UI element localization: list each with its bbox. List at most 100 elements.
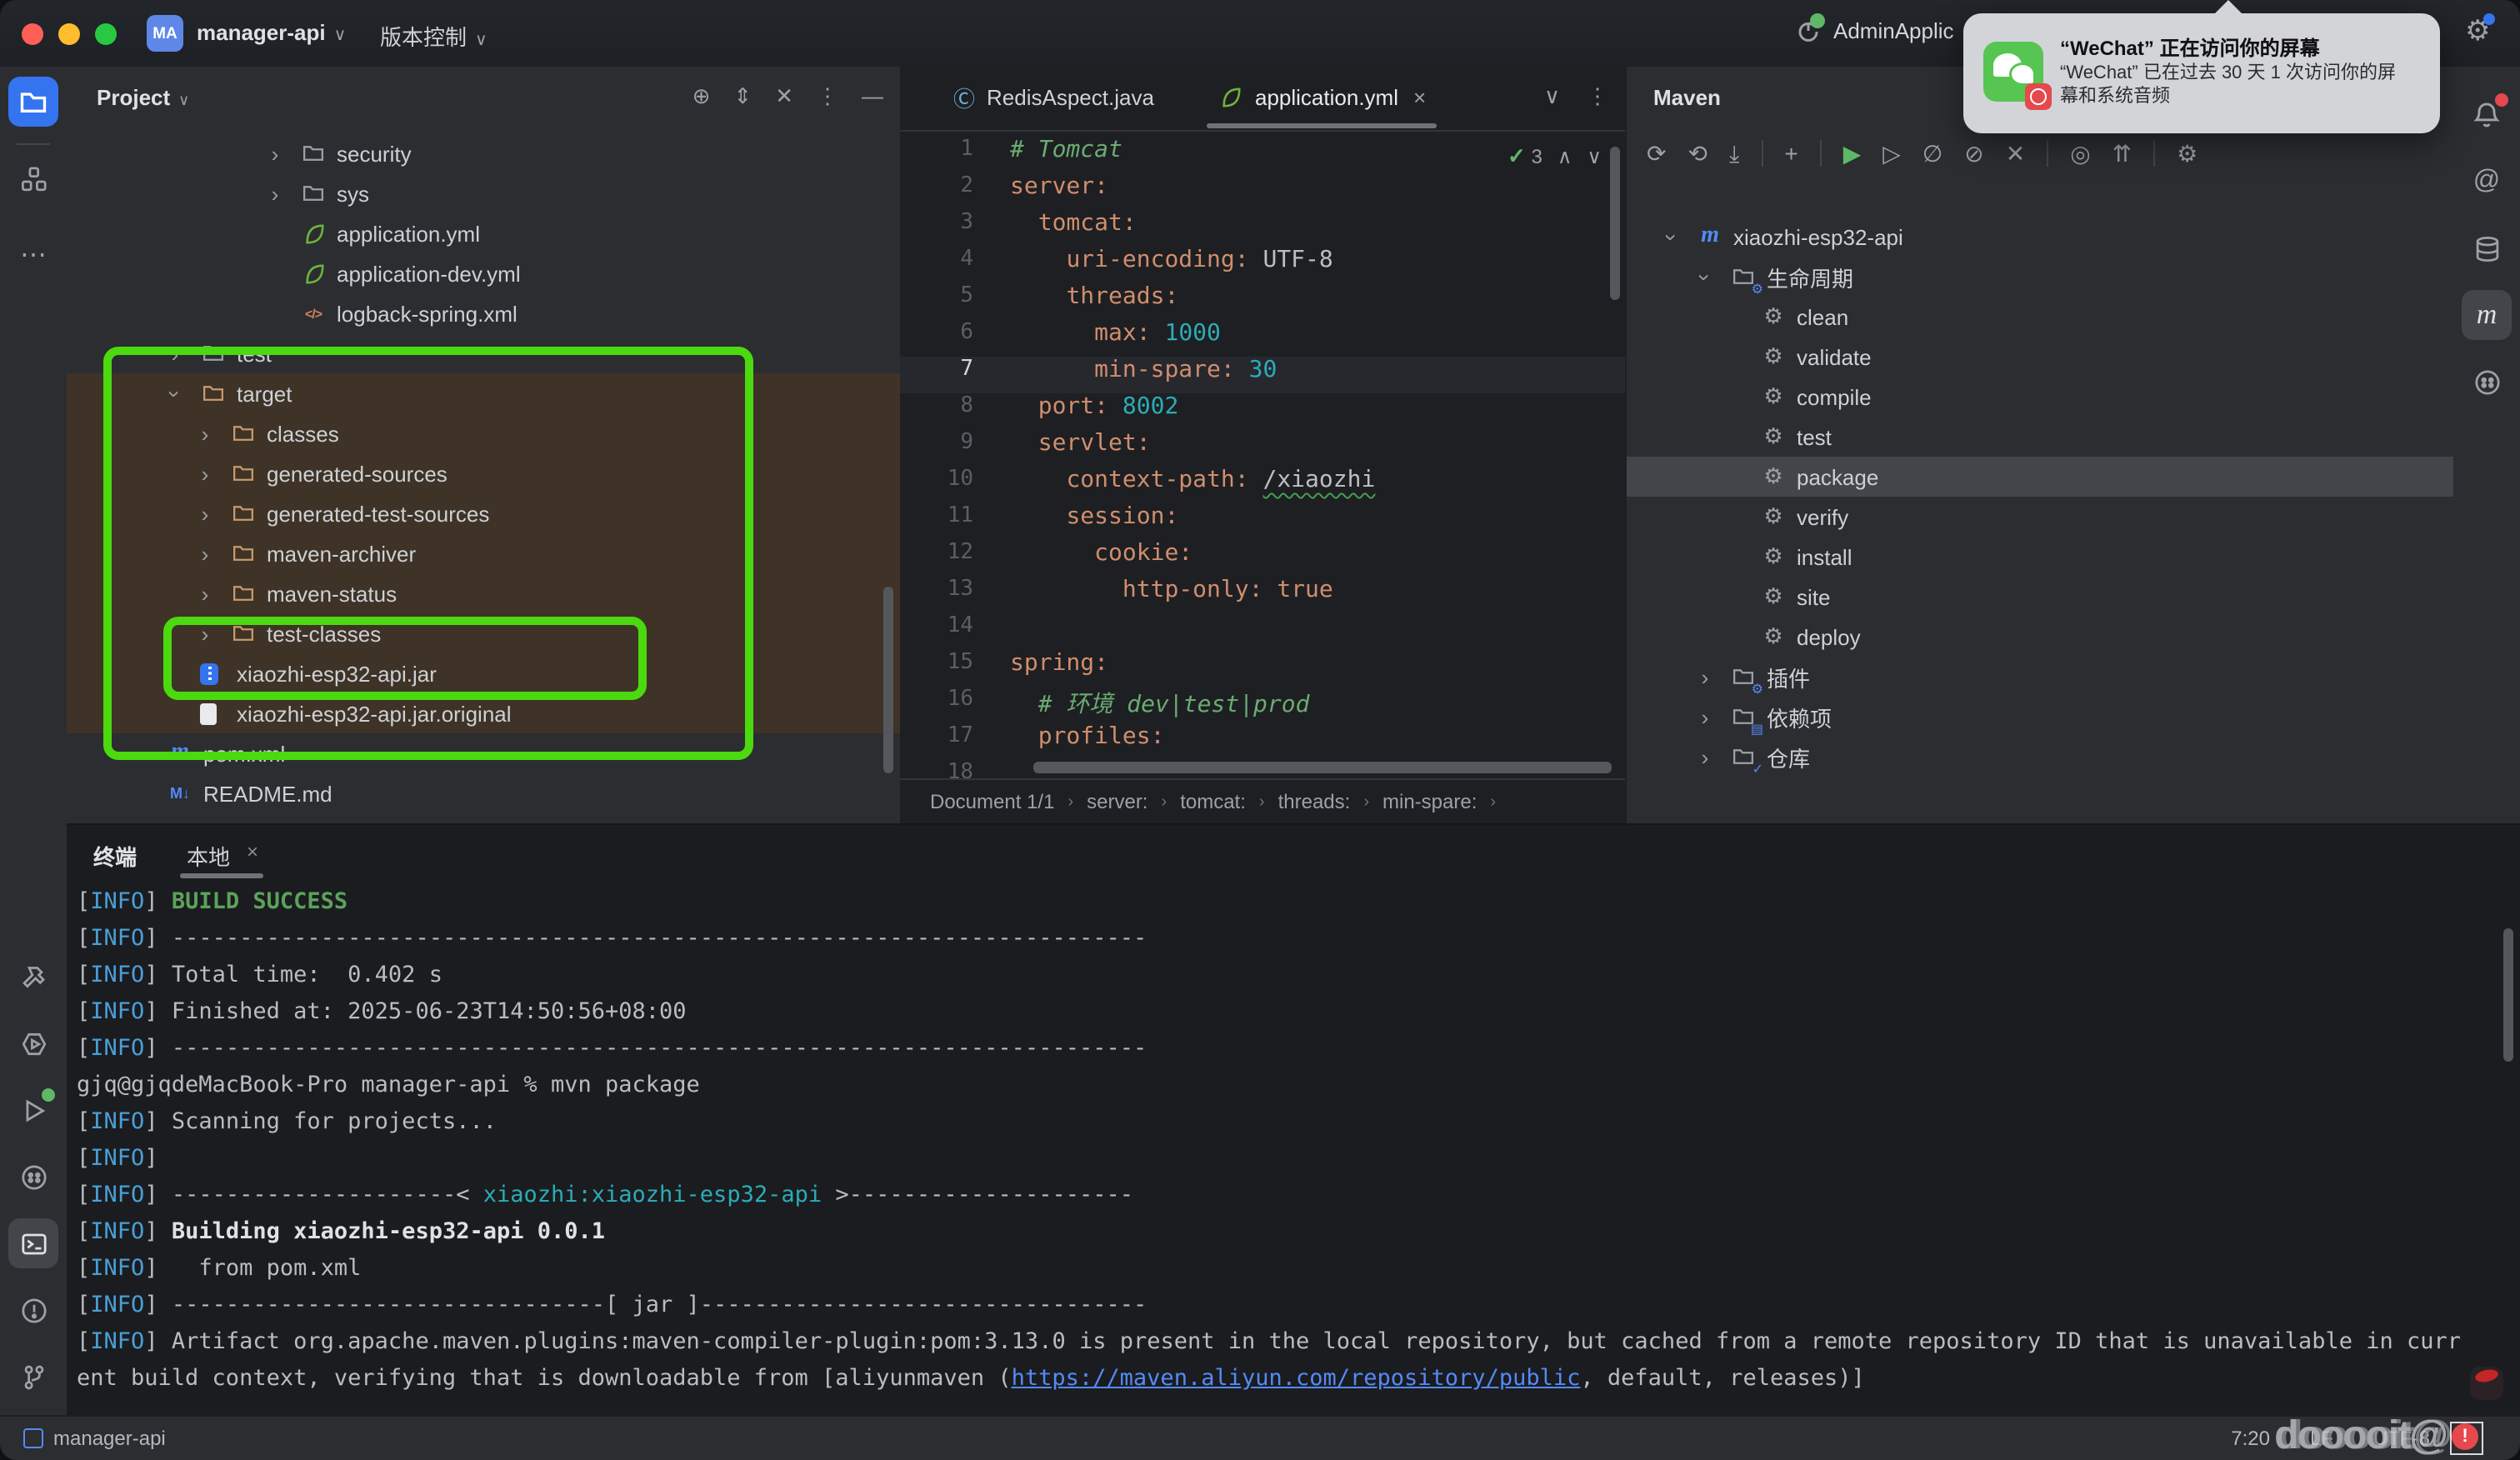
- tree-item--[interactable]: ›▤依赖项: [1627, 697, 2453, 737]
- close-tab-icon[interactable]: ×: [1413, 85, 1426, 110]
- caret-position-widget[interactable]: 7:20: [2231, 1427, 2270, 1450]
- tree-item-xiaozhi-esp32-api[interactable]: ›mxiaozhi-esp32-api: [1627, 217, 2453, 257]
- chevron-collapsed-icon[interactable]: ›: [267, 181, 283, 206]
- breadcrumb[interactable]: Document 1/1›server:›tomcat:›threads:›mi…: [900, 778, 1625, 823]
- vcs-menu[interactable]: 版本控制∨: [380, 20, 488, 52]
- tab-redisaspect-java[interactable]: Ⓒ RedisAspect.java: [937, 67, 1171, 128]
- ide-settings-gear-icon[interactable]: ⚙: [2465, 15, 2491, 48]
- tree-item-test[interactable]: ⚙test: [1627, 417, 2453, 457]
- breadcrumb-item[interactable]: server:: [1087, 790, 1148, 813]
- breadcrumb-item[interactable]: tomcat:: [1180, 790, 1246, 813]
- reload-all-projects-icon[interactable]: ⟲: [1688, 139, 1707, 168]
- chevron-expanded-icon[interactable]: ›: [1659, 228, 1684, 245]
- structure-tool-button[interactable]: [8, 153, 58, 203]
- terminal-line: [INFO] from pom.xml: [77, 1255, 361, 1282]
- database-tool-button[interactable]: [2462, 223, 2512, 273]
- tree-item-logback-spring-xml[interactable]: </>logback-spring.xml: [67, 293, 900, 333]
- chevron-collapsed-icon[interactable]: ›: [1697, 704, 1713, 729]
- build-tool-button[interactable]: [8, 952, 58, 1002]
- close-terminal-tab-icon[interactable]: ×: [247, 840, 258, 863]
- editor-horizontal-scrollbar[interactable]: [1033, 762, 1612, 773]
- maven-tool-button[interactable]: m: [2462, 290, 2512, 340]
- tab-application-yml[interactable]: application.yml ×: [1200, 67, 1442, 128]
- execute-maven-goal-icon[interactable]: ▷: [1882, 139, 1901, 168]
- tree-item-validate[interactable]: ⚙validate: [1627, 337, 2453, 377]
- maven-settings-icon[interactable]: ⚙: [2177, 139, 2198, 168]
- collapse-tree-icon[interactable]: ✕: [2006, 139, 2025, 168]
- terminal-panel-title[interactable]: 终端: [93, 840, 137, 872]
- locate-file-icon[interactable]: ⊕: [692, 83, 711, 110]
- inspection-widget[interactable]: ✓ 3 ∧ ∨: [1508, 143, 1602, 170]
- chevron-expanded-icon[interactable]: ›: [1692, 268, 1718, 285]
- wechat-screen-access-notification[interactable]: “WeChat” 正在访问你的屏幕 “WeChat” 已在过去 30 天 1 次…: [1963, 13, 2440, 133]
- terminal-link[interactable]: https://maven.aliyun.com/repository/publ…: [1012, 1365, 1581, 1392]
- editor-vertical-scrollbar[interactable]: [1610, 147, 1620, 300]
- tree-item--[interactable]: ›⚙生命周期: [1627, 257, 2453, 297]
- download-sources-icon[interactable]: ⤓: [1729, 139, 1739, 168]
- run-tool-button[interactable]: [8, 1085, 58, 1135]
- collapse-all-icon[interactable]: ✕: [775, 83, 793, 110]
- project-scrollbar[interactable]: [883, 587, 893, 773]
- notifications-tool-button[interactable]: [2462, 90, 2512, 140]
- line-number: 10: [900, 467, 973, 492]
- prev-problem-icon[interactable]: ∧: [1558, 145, 1572, 168]
- hidden-tabs-icon[interactable]: ∨: [1544, 83, 1560, 110]
- more-options-icon[interactable]: ⋮: [817, 83, 838, 110]
- dependency-analyzer-icon[interactable]: ◎: [2070, 139, 2090, 168]
- breadcrumb-item[interactable]: min-spare:: [1382, 790, 1477, 813]
- profiler-tool-button[interactable]: [8, 1152, 58, 1202]
- more-tool-windows-tool-button[interactable]: ⋯: [8, 230, 58, 280]
- skip-tests-icon[interactable]: ⊘: [1964, 139, 1983, 168]
- version-control-tool-button[interactable]: [8, 1352, 58, 1402]
- problems-tool-button[interactable]: [8, 1285, 58, 1335]
- project-panel-title[interactable]: Project∨: [97, 85, 189, 110]
- dependencies-tool-button[interactable]: [2462, 357, 2512, 407]
- run-configuration-selector[interactable]: AdminApplic: [1797, 17, 1954, 43]
- chevron-collapsed-icon[interactable]: ›: [1697, 664, 1713, 689]
- chevron-collapsed-icon[interactable]: ›: [267, 141, 283, 166]
- terminal-output[interactable]: [INFO] BUILD SUCCESS[INFO] -------------…: [67, 885, 2520, 1417]
- breadcrumb-item[interactable]: Document 1/1: [930, 790, 1054, 813]
- status-project-widget[interactable]: manager-api: [23, 1427, 166, 1450]
- project-folder-tool-button[interactable]: [8, 77, 58, 127]
- expand-all-icon[interactable]: ⇕: [733, 83, 752, 110]
- close-window-button[interactable]: [22, 23, 43, 45]
- tree-item-readme-md[interactable]: M↓README.md: [67, 773, 900, 813]
- tree-item-security[interactable]: ›security: [67, 133, 900, 173]
- expand-all-nodes-icon[interactable]: ⇈: [2112, 139, 2132, 168]
- next-problem-icon[interactable]: ∨: [1587, 145, 1602, 168]
- terminal-tab-local[interactable]: 本地: [187, 840, 230, 872]
- tree-item-sys[interactable]: ›sys: [67, 173, 900, 213]
- hide-panel-icon[interactable]: —: [862, 83, 883, 110]
- watermark: dooooit@: [2274, 1413, 2447, 1460]
- tree-item-install[interactable]: ⚙install: [1627, 537, 2453, 577]
- terminal-scrollbar[interactable]: [2503, 928, 2513, 1062]
- zoom-window-button[interactable]: [95, 23, 117, 45]
- run-maven-goal-icon[interactable]: ▶: [1843, 139, 1862, 168]
- tree-item-clean[interactable]: ⚙clean: [1627, 297, 2453, 337]
- chevron-collapsed-icon[interactable]: ›: [1697, 744, 1713, 769]
- code-editor[interactable]: 123456789101112131415161718# Tomcatserve…: [900, 130, 1625, 780]
- notification-alert-icon[interactable]: !: [2450, 1422, 2483, 1455]
- terminal-line: [INFO] Finished at: 2025-06-23T14:50:56+…: [77, 998, 687, 1025]
- add-maven-project-icon[interactable]: +: [1784, 140, 1798, 167]
- tree-item-application-dev-yml[interactable]: application-dev.yml: [67, 253, 900, 293]
- tree-item-application-yml[interactable]: application.yml: [67, 213, 900, 253]
- project-menu[interactable]: manager-api∨: [197, 20, 346, 45]
- tree-item-deploy[interactable]: ⚙deploy: [1627, 617, 2453, 657]
- tree-item-verify[interactable]: ⚙verify: [1627, 497, 2453, 537]
- tree-item-package[interactable]: ⚙package: [1627, 457, 2453, 497]
- toggle-offline-mode-icon[interactable]: ∅: [1922, 139, 1942, 168]
- tree-item--[interactable]: ›✓仓库: [1627, 737, 2453, 777]
- tree-item-compile[interactable]: ⚙compile: [1627, 377, 2453, 417]
- tree-item-external-libraries[interactable]: ›External Libraries: [67, 813, 900, 823]
- services-tool-button[interactable]: [8, 1018, 58, 1068]
- tab-options-icon[interactable]: ⋮: [1587, 83, 1608, 110]
- tree-item-site[interactable]: ⚙site: [1627, 577, 2453, 617]
- ai-assistant-tool-button[interactable]: @: [2462, 157, 2512, 207]
- terminal-tool-button[interactable]: [8, 1218, 58, 1268]
- tree-item--[interactable]: ›⚙插件: [1627, 657, 2453, 697]
- reload-maven-projects-icon[interactable]: ⟳: [1647, 139, 1666, 168]
- breadcrumb-item[interactable]: threads:: [1278, 790, 1351, 813]
- minimize-window-button[interactable]: [58, 23, 80, 45]
